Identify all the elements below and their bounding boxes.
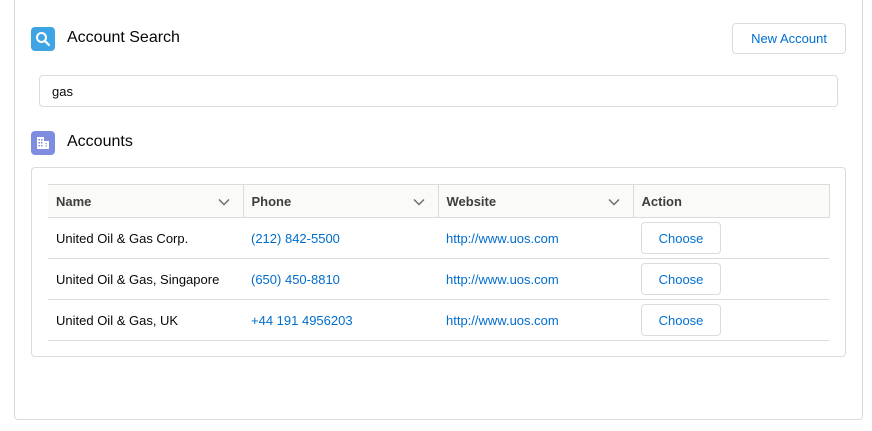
action-cell: Choose <box>633 217 829 259</box>
action-cell: Choose <box>633 258 829 300</box>
column-header-website[interactable]: Website <box>438 184 634 218</box>
table-header-row: Name Phone Website Action <box>48 184 830 218</box>
account-name-cell: United Oil & Gas, UK <box>48 299 243 341</box>
website-cell: http://www.uos.com <box>438 258 633 300</box>
phone-cell: +44 191 4956203 <box>243 299 438 341</box>
chevron-down-icon[interactable] <box>217 195 231 209</box>
website-link[interactable]: http://www.uos.com <box>446 231 559 246</box>
website-link[interactable]: http://www.uos.com <box>446 272 559 287</box>
phone-link[interactable]: +44 191 4956203 <box>251 313 353 328</box>
column-header-phone[interactable]: Phone <box>243 184 439 218</box>
search-icon <box>31 27 55 51</box>
table-row: United Oil & Gas, Singapore (650) 450-88… <box>48 258 829 300</box>
column-header-name[interactable]: Name <box>48 184 244 218</box>
table-row: United Oil & Gas, UK +44 191 4956203 htt… <box>48 299 829 341</box>
phone-link[interactable]: (212) 842-5500 <box>251 231 340 246</box>
action-cell: Choose <box>633 299 829 341</box>
column-header-label: Website <box>446 193 497 209</box>
phone-link[interactable]: (650) 450-8810 <box>251 272 340 287</box>
accounts-section-title: Accounts <box>67 133 133 150</box>
new-account-button[interactable]: New Account <box>732 23 846 54</box>
website-cell: http://www.uos.com <box>438 299 633 341</box>
search-input[interactable] <box>39 75 838 107</box>
chevron-down-icon[interactable] <box>412 195 426 209</box>
phone-cell: (650) 450-8810 <box>243 258 438 300</box>
website-link[interactable]: http://www.uos.com <box>446 313 559 328</box>
website-cell: http://www.uos.com <box>438 217 633 259</box>
accounts-table: Name Phone Website Action United Oil & G… <box>48 184 830 341</box>
phone-cell: (212) 842-5500 <box>243 217 438 259</box>
column-header-label: Action <box>641 193 682 209</box>
column-header-label: Name <box>56 193 92 209</box>
choose-button[interactable]: Choose <box>641 304 721 336</box>
accounts-table-container: Name Phone Website Action United Oil & G… <box>31 167 846 357</box>
search-section-title: Account Search <box>67 29 180 46</box>
table-row: United Oil & Gas Corp. (212) 842-5500 ht… <box>48 217 829 259</box>
column-header-label: Phone <box>251 193 292 209</box>
account-icon <box>31 131 55 155</box>
chevron-down-icon[interactable] <box>607 195 621 209</box>
account-name-cell: United Oil & Gas, Singapore <box>48 258 243 300</box>
account-name-cell: United Oil & Gas Corp. <box>48 217 243 259</box>
choose-button[interactable]: Choose <box>641 222 721 254</box>
choose-button[interactable]: Choose <box>641 263 721 295</box>
column-header-action: Action <box>633 184 830 218</box>
